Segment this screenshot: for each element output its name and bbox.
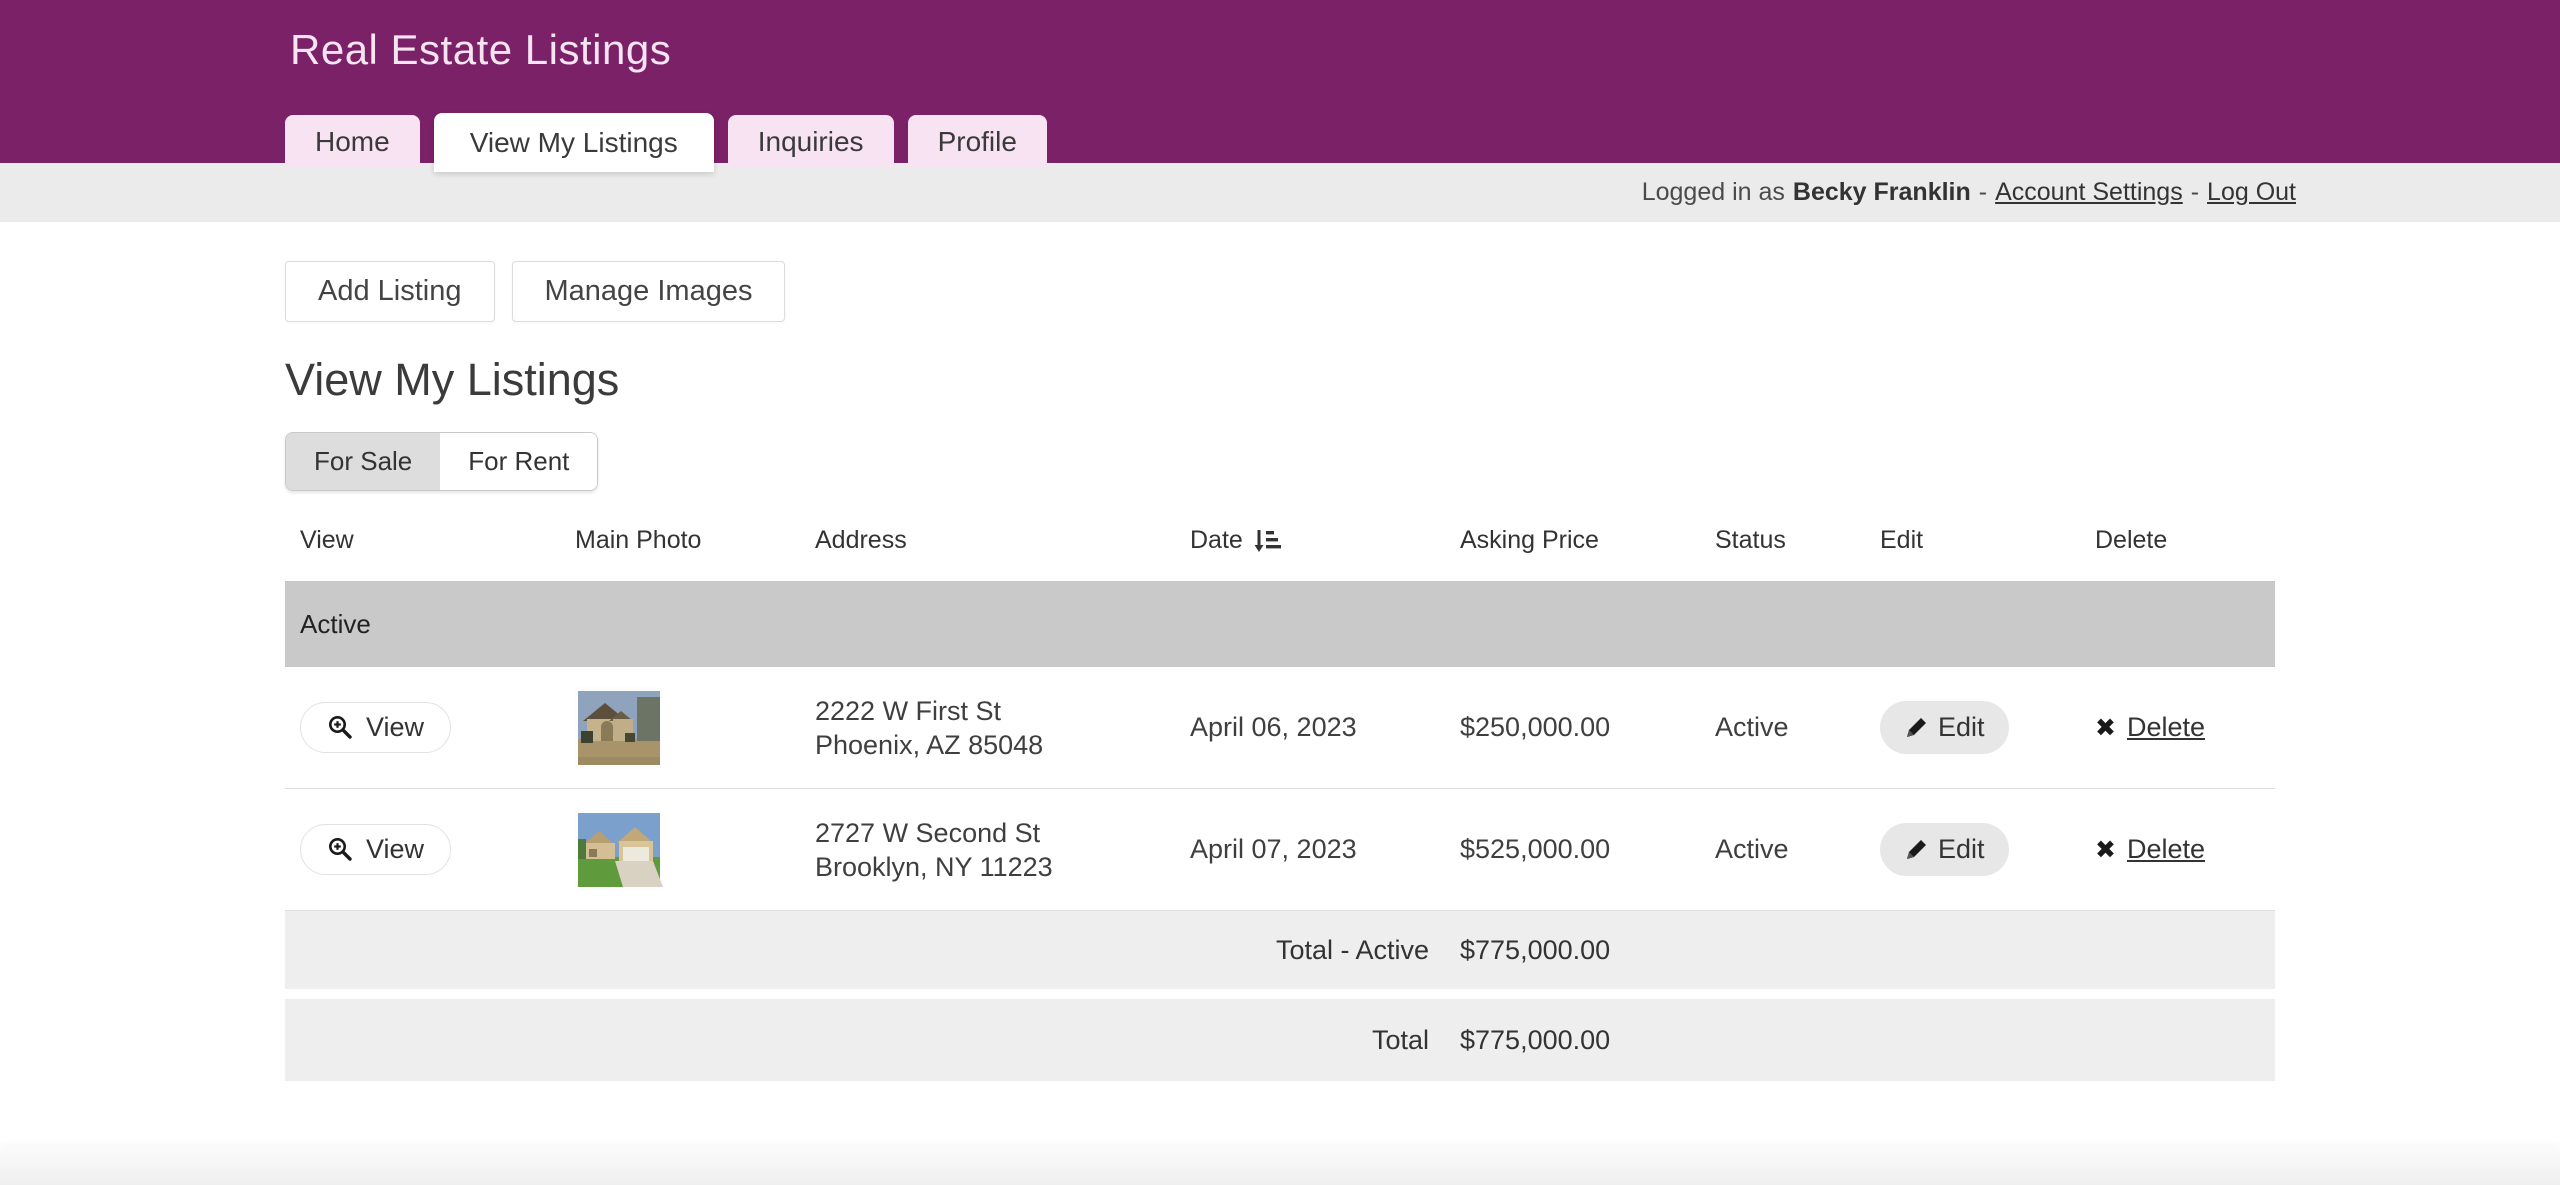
page-title: Real Estate Listings bbox=[290, 26, 671, 74]
manage-images-button[interactable]: Manage Images bbox=[512, 261, 786, 322]
col-header-edit: Edit bbox=[1865, 514, 2080, 581]
view-button[interactable]: View bbox=[300, 824, 451, 875]
account-settings-link[interactable]: Account Settings bbox=[1995, 178, 2183, 207]
col-header-date[interactable]: Date bbox=[1175, 513, 1445, 581]
delete-link[interactable]: Delete bbox=[2127, 712, 2205, 743]
date-cell: April 07, 2023 bbox=[1175, 834, 1445, 865]
toggle-for-rent[interactable]: For Rent bbox=[440, 433, 597, 490]
search-plus-icon bbox=[327, 836, 354, 863]
total-active-amount: $775,000.00 bbox=[1445, 935, 1700, 966]
col-header-asking-price: Asking Price bbox=[1445, 514, 1700, 581]
delete-link[interactable]: Delete bbox=[2127, 834, 2205, 865]
section-heading: View My Listings bbox=[285, 354, 2560, 406]
status-cell: Active bbox=[1700, 834, 1865, 865]
col-header-address: Address bbox=[800, 514, 1175, 581]
logout-link[interactable]: Log Out bbox=[2207, 178, 2296, 207]
total-row: Total $775,000.00 bbox=[285, 999, 2275, 1081]
total-amount: $775,000.00 bbox=[1445, 1025, 1700, 1056]
col-header-main-photo: Main Photo bbox=[560, 514, 800, 581]
sort-amount-asc-icon bbox=[1251, 525, 1281, 555]
tab-view-my-listings[interactable]: View My Listings bbox=[434, 113, 714, 172]
edit-button[interactable]: Edit bbox=[1880, 823, 2009, 876]
table-row: View bbox=[285, 667, 2275, 789]
pencil-icon bbox=[1904, 716, 1928, 740]
table-row: View bbox=[285, 789, 2275, 911]
total-active-row: Total - Active $775,000.00 bbox=[285, 911, 2275, 989]
x-icon: ✖ bbox=[2095, 835, 2116, 865]
address-line2: Brooklyn, NY 11223 bbox=[815, 850, 1175, 884]
total-active-label: Total - Active bbox=[285, 935, 1445, 966]
listing-photo[interactable] bbox=[575, 687, 800, 769]
logged-in-username: Becky Franklin bbox=[1793, 178, 1971, 207]
search-plus-icon bbox=[327, 714, 354, 741]
address-line1: 2727 W Second St bbox=[815, 816, 1175, 850]
tab-home[interactable]: Home bbox=[285, 115, 420, 167]
tab-inquiries[interactable]: Inquiries bbox=[728, 115, 894, 167]
x-icon: ✖ bbox=[2095, 713, 2116, 743]
separator: - bbox=[1979, 178, 1987, 207]
toggle-for-sale[interactable]: For Sale bbox=[286, 433, 440, 490]
primary-nav: Home View My Listings Inquiries Profile bbox=[285, 113, 1047, 167]
user-status-bar: Logged in as Becky Franklin - Account Se… bbox=[0, 163, 2560, 222]
edit-button[interactable]: Edit bbox=[1880, 701, 2009, 754]
group-header-active: Active bbox=[285, 581, 2275, 667]
address-line2: Phoenix, AZ 85048 bbox=[815, 728, 1175, 762]
listings-table: View Main Photo Address Date Asking Pric… bbox=[285, 513, 2275, 1081]
view-button[interactable]: View bbox=[300, 702, 451, 753]
col-header-status: Status bbox=[1700, 514, 1865, 581]
date-cell: April 06, 2023 bbox=[1175, 712, 1445, 743]
asking-price-cell: $250,000.00 bbox=[1445, 712, 1700, 743]
logged-in-prefix: Logged in as bbox=[1642, 178, 1785, 207]
table-header-row: View Main Photo Address Date Asking Pric… bbox=[285, 513, 2275, 581]
listing-photo[interactable] bbox=[575, 809, 800, 891]
page-footer bbox=[0, 1147, 2560, 1185]
address-cell: 2222 W First St Phoenix, AZ 85048 bbox=[800, 694, 1175, 762]
main-content: Add Listing Manage Images View My Listin… bbox=[0, 261, 2560, 1081]
pencil-icon bbox=[1904, 838, 1928, 862]
total-label: Total bbox=[285, 1025, 1445, 1056]
tab-profile[interactable]: Profile bbox=[908, 115, 1047, 167]
sale-rent-toggle: For Sale For Rent bbox=[285, 432, 598, 491]
asking-price-cell: $525,000.00 bbox=[1445, 834, 1700, 865]
col-header-delete: Delete bbox=[2080, 514, 2275, 581]
app-header: Real Estate Listings Home View My Listin… bbox=[0, 0, 2560, 163]
separator: - bbox=[2191, 178, 2199, 207]
status-cell: Active bbox=[1700, 712, 1865, 743]
address-line1: 2222 W First St bbox=[815, 694, 1175, 728]
action-button-row: Add Listing Manage Images bbox=[285, 261, 2560, 322]
add-listing-button[interactable]: Add Listing bbox=[285, 261, 495, 322]
address-cell: 2727 W Second St Brooklyn, NY 11223 bbox=[800, 816, 1175, 884]
col-header-view: View bbox=[285, 514, 560, 581]
